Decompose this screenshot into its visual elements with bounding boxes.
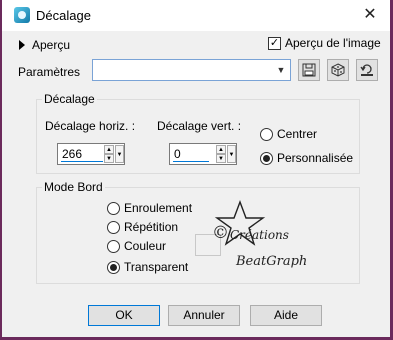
reset-icon — [360, 64, 373, 76]
focus-underline — [173, 161, 209, 162]
spin-down-icon[interactable]: ▼ — [216, 154, 226, 163]
chevron-down-icon: ▼ — [276, 65, 286, 75]
cancel-button[interactable]: Annuler — [168, 305, 240, 326]
image-preview-checkbox[interactable]: ✓ Aperçu de l'image — [268, 36, 381, 50]
spin-down-icon[interactable]: ▼ — [104, 154, 114, 163]
spin-up-icon[interactable]: ▲ — [216, 145, 226, 154]
dice-icon — [331, 63, 345, 77]
radio-button[interactable] — [260, 127, 273, 141]
close-icon[interactable]: ✕ — [360, 6, 380, 24]
watermark-line2: BeatGraph — [235, 254, 307, 269]
params-label: Paramètres — [18, 65, 81, 79]
watermark-logo: © Créations BeatGraph — [212, 200, 307, 269]
save-preset-button[interactable] — [298, 59, 320, 81]
radio-wrap[interactable]: Enroulement — [107, 201, 192, 215]
radio-center-label: Centrer — [277, 127, 318, 141]
radio-button[interactable] — [260, 151, 273, 165]
radio-custom-label: Personnalisée — [277, 151, 354, 165]
radio-transparent[interactable]: Transparent — [107, 260, 188, 274]
reset-button[interactable] — [356, 59, 378, 81]
checkmark-icon: ✓ — [268, 36, 281, 50]
radio-wrap-label: Enroulement — [124, 201, 193, 215]
radio-button[interactable] — [107, 260, 120, 274]
preview-toggle[interactable]: Aperçu — [19, 38, 70, 52]
radio-color[interactable]: Couleur — [107, 239, 166, 253]
vert-offset-value: 0 — [174, 147, 181, 161]
radio-color-label: Couleur — [124, 239, 167, 253]
watermark-copyright: © — [212, 223, 229, 243]
horiz-offset-value: 266 — [62, 147, 83, 161]
horiz-dropdown-icon[interactable]: ▼ — [115, 145, 124, 163]
randomize-button[interactable] — [327, 59, 349, 81]
radio-repeat-label: Répétition — [124, 220, 179, 234]
radio-button[interactable] — [107, 201, 120, 215]
help-button[interactable]: Aide — [250, 305, 322, 326]
ok-button[interactable]: OK — [88, 305, 160, 326]
vert-dropdown-icon[interactable]: ▼ — [227, 145, 236, 163]
horiz-spin-buttons[interactable]: ▲ ▼ — [104, 145, 114, 163]
expand-arrow-icon — [19, 40, 25, 50]
floppy-icon — [302, 63, 316, 77]
vert-offset-label: Décalage vert. : — [157, 119, 242, 133]
preview-toggle-label: Aperçu — [32, 38, 71, 52]
spin-up-icon[interactable]: ▲ — [104, 145, 114, 154]
app-icon — [14, 7, 30, 23]
radio-transparent-label: Transparent — [124, 260, 189, 274]
radio-repeat[interactable]: Répétition — [107, 220, 178, 234]
dialog-window: Décalage ✕ Aperçu ✓ Aperçu de l'image Pa… — [0, 0, 393, 340]
radio-button[interactable] — [107, 239, 120, 253]
watermark-line1: Créations — [230, 228, 289, 242]
vert-spin-buttons[interactable]: ▲ ▼ — [216, 145, 226, 163]
radio-center[interactable]: Centrer — [260, 127, 317, 141]
radio-button[interactable] — [107, 220, 120, 234]
horiz-offset-label: Décalage horiz. : — [45, 119, 136, 133]
offset-group-label: Décalage — [42, 92, 97, 106]
image-preview-label: Aperçu de l'image — [285, 36, 381, 50]
params-dropdown[interactable]: ▼ — [92, 59, 291, 81]
window-title: Décalage — [36, 8, 91, 23]
focus-underline — [61, 161, 103, 162]
edge-mode-group-label: Mode Bord — [42, 180, 105, 194]
vert-offset-input[interactable]: 0 ▲ ▼ ▼ — [169, 143, 237, 165]
radio-custom[interactable]: Personnalisée — [260, 151, 353, 165]
title-bar: Décalage ✕ — [2, 0, 390, 31]
horiz-offset-input[interactable]: 266 ▲ ▼ ▼ — [57, 143, 125, 165]
